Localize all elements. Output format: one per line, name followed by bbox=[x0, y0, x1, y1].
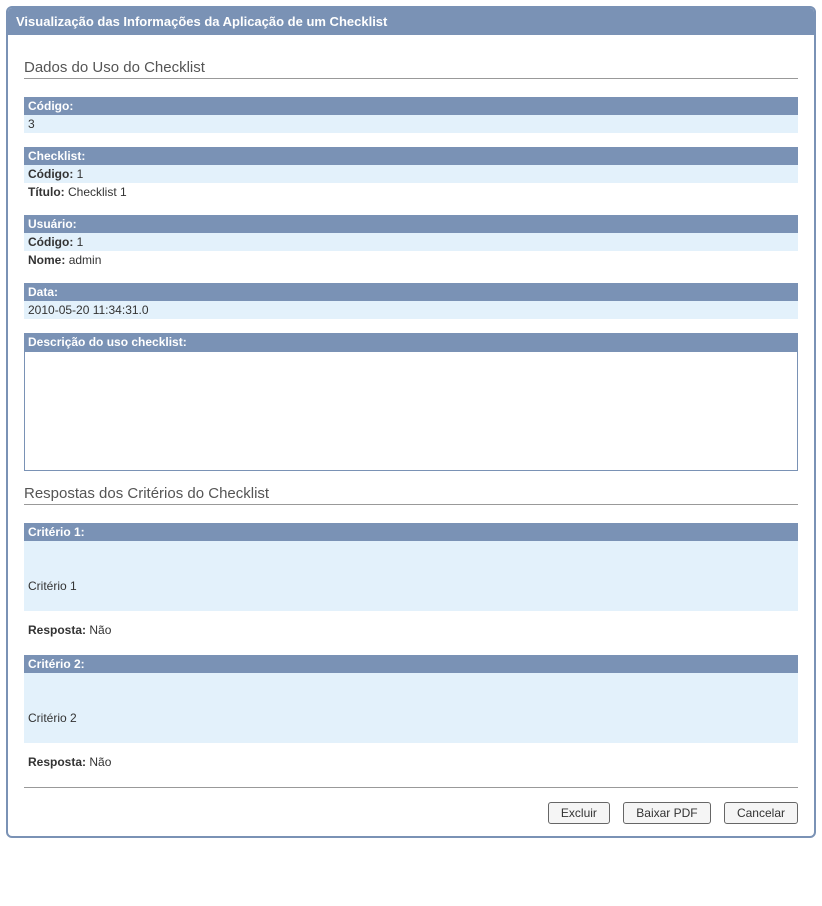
section-dados-title: Dados do Uso do Checklist bbox=[24, 59, 798, 79]
data-header: Data: bbox=[24, 283, 798, 301]
checklist-codigo-value: 1 bbox=[77, 167, 84, 181]
usuario-nome-label: Nome: bbox=[28, 253, 65, 267]
usuario-block: Usuário: Código: 1 Nome: admin bbox=[24, 215, 798, 269]
checklist-codigo-label: Código: bbox=[28, 167, 73, 181]
descricao-block: Descrição do uso checklist: bbox=[24, 333, 798, 471]
checklist-titulo-row: Título: Checklist 1 bbox=[24, 183, 798, 201]
dialog-content: Dados do Uso do Checklist Código: 3 Chec… bbox=[8, 35, 814, 836]
usuario-codigo-value: 1 bbox=[77, 235, 84, 249]
data-block: Data: 2010-05-20 11:34:31.0 bbox=[24, 283, 798, 319]
descricao-textarea bbox=[24, 351, 798, 471]
checklist-codigo-row: Código: 1 bbox=[24, 165, 798, 183]
usuario-codigo-row: Código: 1 bbox=[24, 233, 798, 251]
usuario-nome-row: Nome: admin bbox=[24, 251, 798, 269]
checklist-titulo-label: Título: bbox=[28, 185, 65, 199]
descricao-header: Descrição do uso checklist: bbox=[24, 333, 798, 351]
cancelar-button[interactable]: Cancelar bbox=[724, 802, 798, 824]
criterio-block: Critério 1: Critério 1 Resposta: Não bbox=[24, 523, 798, 641]
criterio-resposta-value: Não bbox=[89, 623, 111, 637]
criterio-block: Critério 2: Critério 2 Resposta: Não bbox=[24, 655, 798, 773]
codigo-header: Código: bbox=[24, 97, 798, 115]
criterio-body: Critério 2 bbox=[24, 673, 798, 743]
codigo-value: 3 bbox=[24, 115, 798, 133]
data-value: 2010-05-20 11:34:31.0 bbox=[24, 301, 798, 319]
criterio-resposta-value: Não bbox=[89, 755, 111, 769]
dialog-titlebar: Visualização das Informações da Aplicaçã… bbox=[8, 8, 814, 35]
criterio-header: Critério 2: bbox=[24, 655, 798, 673]
dialog-window: Visualização das Informações da Aplicaçã… bbox=[6, 6, 816, 838]
criterio-resposta-row: Resposta: Não bbox=[24, 611, 798, 641]
criterio-header: Critério 1: bbox=[24, 523, 798, 541]
criterio-resposta-label: Resposta: bbox=[28, 623, 86, 637]
usuario-codigo-label: Código: bbox=[28, 235, 73, 249]
criterio-resposta-label: Resposta: bbox=[28, 755, 86, 769]
codigo-block: Código: 3 bbox=[24, 97, 798, 133]
baixar-pdf-button[interactable]: Baixar PDF bbox=[623, 802, 710, 824]
button-row: Excluir Baixar PDF Cancelar bbox=[24, 787, 798, 824]
dialog-title: Visualização das Informações da Aplicaçã… bbox=[16, 14, 387, 29]
usuario-nome-value: admin bbox=[69, 253, 102, 267]
usuario-header: Usuário: bbox=[24, 215, 798, 233]
section-respostas-title: Respostas dos Critérios do Checklist bbox=[24, 485, 798, 505]
criterio-resposta-row: Resposta: Não bbox=[24, 743, 798, 773]
checklist-header: Checklist: bbox=[24, 147, 798, 165]
checklist-block: Checklist: Código: 1 Título: Checklist 1 bbox=[24, 147, 798, 201]
criterio-body: Critério 1 bbox=[24, 541, 798, 611]
checklist-titulo-value: Checklist 1 bbox=[68, 185, 127, 199]
excluir-button[interactable]: Excluir bbox=[548, 802, 610, 824]
